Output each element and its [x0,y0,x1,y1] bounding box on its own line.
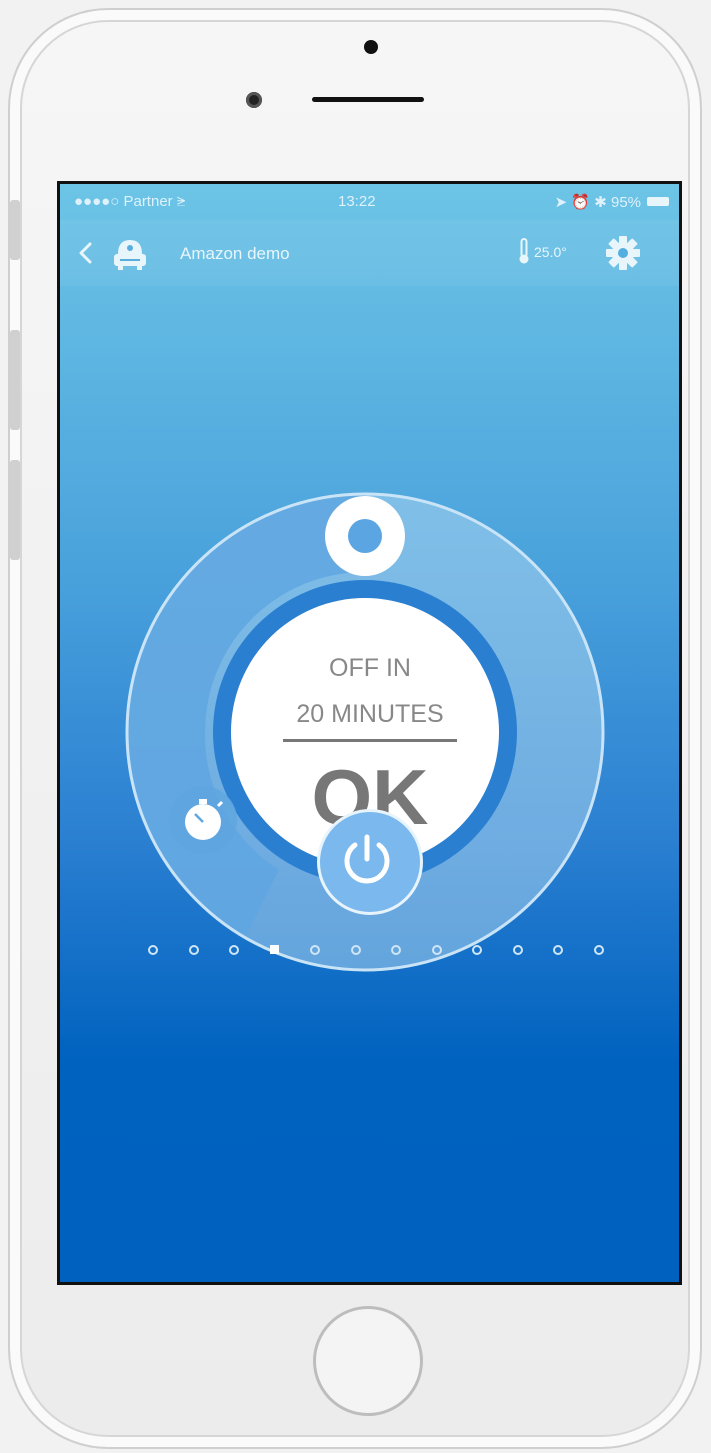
page-dot[interactable] [391,945,401,955]
page-dot[interactable] [188,945,199,955]
volume-up-button [10,330,20,430]
page-dot[interactable] [431,945,442,955]
page-dot-active[interactable] [269,945,279,954]
proximity-sensor [364,40,378,54]
power-icon [344,834,390,884]
volume-down-button [10,460,20,560]
page-dot[interactable] [512,945,523,955]
battery-status: ➤ ⏰ ✱ 95% [554,194,641,211]
nav-bar: Amazon demo 25.0° [60,220,679,286]
thermometer-icon [519,238,529,264]
temperature-readout: 25.0° [534,244,567,260]
front-camera [246,92,262,108]
page-dot[interactable] [229,945,239,955]
gear-icon[interactable] [604,234,642,272]
page-dot[interactable] [350,945,361,955]
divider [283,739,457,742]
page-dot[interactable] [472,945,482,955]
app-background: ●●●●○ Partner ⪭ 13:22 ➤ ⏰ ✱ 95% Amazon d… [60,184,679,1282]
phone-screen: ●●●●○ Partner ⪭ 13:22 ➤ ⏰ ✱ 95% Amazon d… [57,181,682,1285]
minutes-label: 20 MINUTES [296,700,444,728]
timer-knob[interactable] [325,496,405,576]
page-title: Amazon demo [180,244,290,263]
mute-switch [10,200,20,260]
page-indicator[interactable] [60,945,679,957]
battery-icon [647,197,669,206]
page-dot[interactable] [310,945,320,955]
back-icon[interactable] [74,238,98,268]
page-dot[interactable] [148,945,158,955]
status-bar: ●●●●○ Partner ⪭ 13:22 ➤ ⏰ ✱ 95% [60,184,679,220]
clock: 13:22 [338,193,376,210]
off-in-label: OFF IN [329,654,411,682]
home-button[interactable] [313,1306,423,1416]
earpiece-speaker [312,97,424,102]
page-dot[interactable] [593,945,604,955]
page-dot[interactable] [553,945,563,955]
power-button[interactable] [317,809,423,915]
device-icon [114,240,146,270]
carrier-signal: ●●●●○ Partner ⪭ [74,193,186,210]
